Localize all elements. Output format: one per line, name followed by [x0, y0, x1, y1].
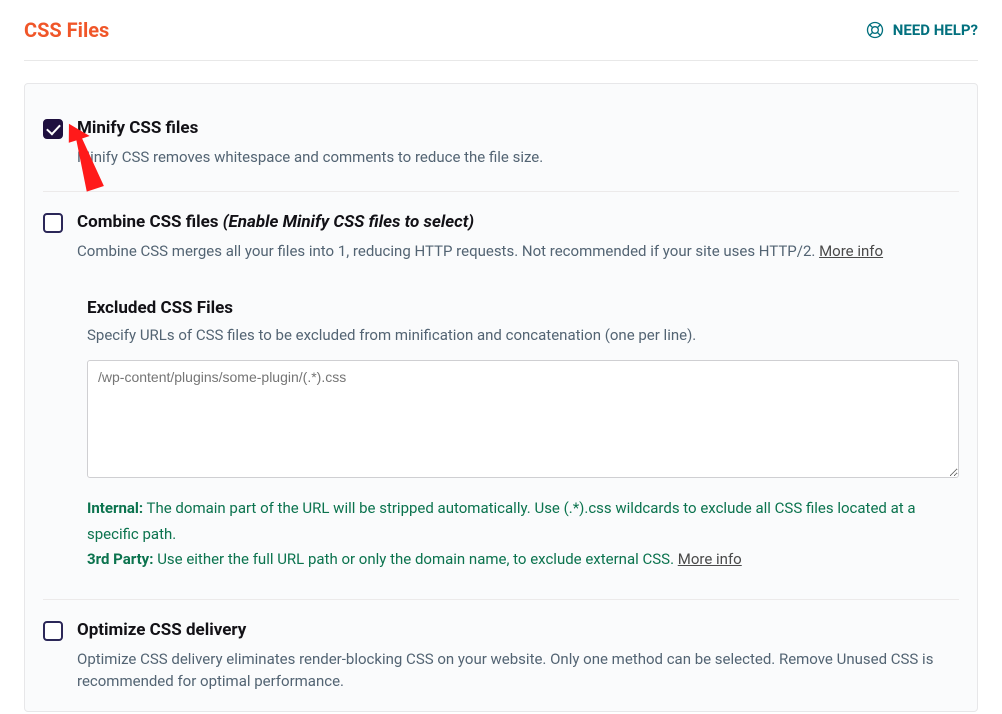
excluded-css-textarea[interactable]: [87, 360, 959, 478]
hint-3rd-text: Use either the full URL path or only the…: [153, 550, 677, 568]
option-combine-css: Combine CSS files (Enable Minify CSS fil…: [43, 192, 959, 285]
option-optimize-css: Optimize CSS delivery Optimize CSS deliv…: [43, 600, 959, 703]
minify-css-title: Minify CSS files: [77, 118, 959, 138]
excluded-css-desc: Specify URLs of CSS files to be excluded…: [87, 326, 959, 344]
hint-internal: Internal: The domain part of the URL wil…: [87, 496, 959, 547]
combine-css-title-text: Combine CSS files: [77, 212, 219, 232]
optimize-css-checkbox[interactable]: [43, 621, 63, 641]
combine-css-note: (Enable Minify CSS files to select): [223, 212, 474, 232]
css-options-panel: Minify CSS files Minify CSS removes whit…: [24, 83, 978, 712]
hint-internal-text: The domain part of the URL will be strip…: [87, 499, 916, 543]
excluded-css-hints: Internal: The domain part of the URL wil…: [87, 496, 959, 573]
hint-3rd-party: 3rd Party: Use either the full URL path …: [87, 547, 959, 573]
minify-css-desc: Minify CSS removes whitespace and commen…: [77, 146, 959, 169]
combine-css-desc-text: Combine CSS merges all your files into 1…: [77, 242, 819, 260]
combine-css-title: Combine CSS files (Enable Minify CSS fil…: [77, 212, 959, 232]
page-header: CSS Files NEED HELP?: [24, 18, 978, 61]
optimize-css-texts: Optimize CSS delivery Optimize CSS deliv…: [77, 620, 959, 693]
excluded-css-subsection: Excluded CSS Files Specify URLs of CSS f…: [43, 284, 959, 600]
hint-3rd-label: 3rd Party:: [87, 550, 153, 568]
minify-css-texts: Minify CSS files Minify CSS removes whit…: [77, 118, 959, 169]
combine-css-desc: Combine CSS merges all your files into 1…: [77, 240, 959, 263]
combine-css-more-info-link[interactable]: More info: [819, 242, 883, 260]
excluded-css-title: Excluded CSS Files: [87, 298, 959, 318]
excluded-more-info-link[interactable]: More info: [678, 550, 742, 568]
hint-internal-label: Internal:: [87, 499, 143, 517]
need-help-link[interactable]: NEED HELP?: [865, 20, 978, 40]
combine-css-checkbox[interactable]: [43, 213, 63, 233]
combine-css-texts: Combine CSS files (Enable Minify CSS fil…: [77, 212, 959, 263]
need-help-label: NEED HELP?: [893, 21, 978, 39]
optimize-css-desc: Optimize CSS delivery eliminates render-…: [77, 648, 959, 693]
page-title: CSS Files: [24, 18, 109, 42]
optimize-css-title: Optimize CSS delivery: [77, 620, 959, 640]
option-minify-css: Minify CSS files Minify CSS removes whit…: [43, 106, 959, 192]
minify-css-checkbox[interactable]: [43, 119, 63, 139]
lifebuoy-icon: [865, 20, 885, 40]
